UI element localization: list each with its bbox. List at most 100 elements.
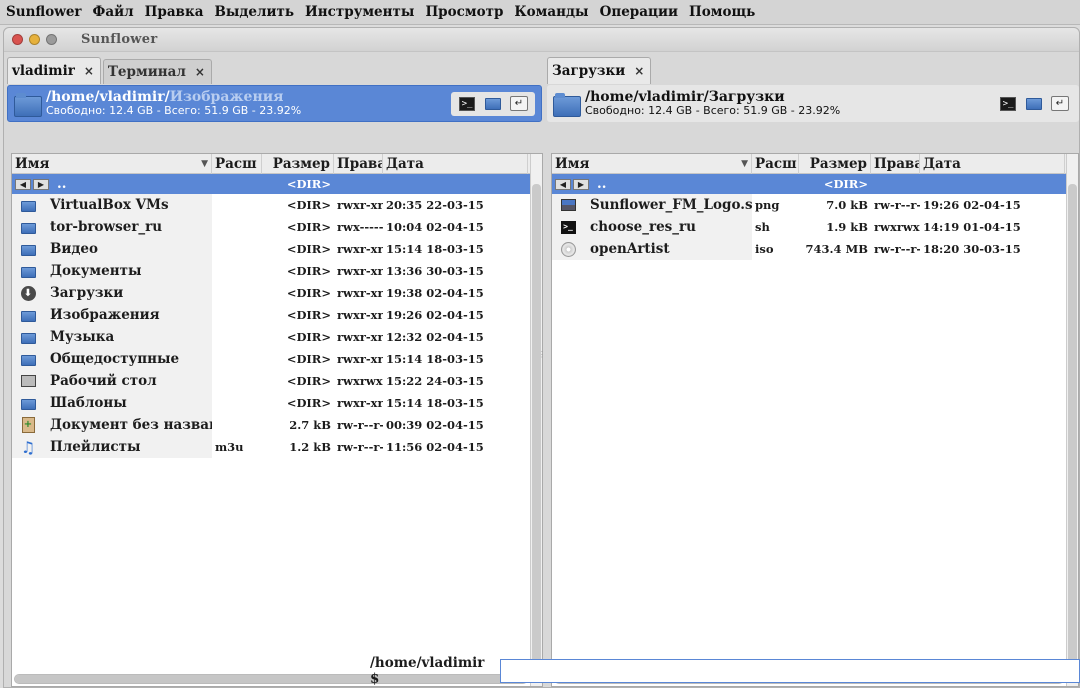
file-row[interactable]: Документы <DIR> rwxr-xr-13:36 30-03-15 — [12, 260, 542, 282]
column-perm[interactable]: Права — [871, 153, 920, 174]
left-space-info: Свободно: 12.4 GB - Всего: 51.9 GB - 23.… — [46, 103, 302, 117]
terminal-button[interactable]: >_ — [456, 95, 478, 113]
parent-dir-row[interactable]: ◀ ▶.. <DIR> — [552, 174, 1078, 194]
scroll-thumb[interactable] — [1068, 184, 1077, 668]
minimize-window-button[interactable] — [29, 34, 40, 45]
music-note-icon: ♫ — [20, 438, 36, 457]
menu-4[interactable]: Инструменты — [305, 4, 414, 20]
disc-image-icon — [560, 241, 576, 257]
left-path[interactable]: /home/vladimir/Изображения — [46, 90, 451, 104]
close-icon[interactable]: × — [195, 65, 205, 79]
bookmarks-button[interactable] — [482, 95, 504, 113]
file-row[interactable]: Видео <DIR> rwxr-xr-15:14 18-03-15 — [12, 238, 542, 260]
ext-cell — [212, 260, 262, 282]
date-cell: 15:14 18-03-15 — [386, 242, 484, 256]
column-label: Дата — [923, 155, 961, 172]
column-label: Имя — [15, 155, 50, 172]
forward-arrow-icon[interactable]: ▶ — [33, 178, 49, 190]
folder-icon — [553, 92, 581, 117]
menu-5[interactable]: Просмотр — [425, 4, 503, 20]
back-arrow-icon[interactable]: ◀ — [15, 178, 31, 190]
column-size[interactable]: Размер — [262, 153, 334, 174]
maximize-window-button[interactable] — [46, 34, 57, 45]
menu-6[interactable]: Команды — [514, 4, 588, 20]
tab-Загрузки[interactable]: Загрузки × — [547, 57, 652, 84]
file-row[interactable]: tor-browser_ru <DIR> rwx------10:04 02-04-… — [12, 216, 542, 238]
panel-splitter[interactable]: ⋮ — [538, 350, 546, 359]
command-input[interactable] — [500, 659, 1080, 683]
menu-1[interactable]: Файл — [93, 4, 134, 20]
document-glyph: + — [21, 417, 35, 433]
menu-7[interactable]: Операции — [600, 4, 678, 20]
folder-glyph — [20, 333, 36, 344]
file-name: Рабочий стол — [50, 373, 157, 389]
forward-arrow-icon[interactable]: ▶ — [573, 178, 589, 190]
terminal-button[interactable]: >_ — [997, 95, 1019, 113]
close-window-button[interactable] — [12, 34, 23, 45]
date-cell: 15:14 18-03-15 — [386, 352, 484, 366]
documents-folder-icon — [20, 263, 36, 279]
file-row[interactable]: ⬇ Загрузки <DIR> rwxr-xr-19:38 02-04-15 — [12, 282, 542, 304]
right-path[interactable]: /home/vladimir/Загрузки — [585, 90, 995, 104]
vertical-scrollbar[interactable] — [530, 154, 542, 686]
file-row[interactable]: + Документ без названия 2.7 kB rw-r--r--00:… — [12, 414, 542, 436]
disc-glyph — [560, 241, 576, 257]
right-space-info: Свободно: 12.4 GB - Всего: 51.9 GB - 23.… — [585, 103, 841, 117]
name-cell: Шаблоны — [12, 392, 212, 414]
file-row[interactable]: Sunflower_FM_Logo.svgpng 7.0 kB rw-r--r--1… — [552, 194, 1078, 216]
menu-0[interactable]: Sunflower — [6, 4, 82, 20]
date-cell: 13:36 30-03-15 — [386, 264, 484, 278]
parent-dir-row[interactable]: ◀ ▶.. <DIR> — [12, 174, 542, 194]
perm-cell: rwx------ — [337, 220, 383, 234]
close-icon[interactable]: × — [634, 64, 644, 78]
folder-glyph — [20, 223, 36, 234]
bookmarks-button[interactable] — [1023, 95, 1045, 113]
right-path-bar[interactable]: /home/vladimir/Загрузки Свободно: 12.4 G… — [547, 85, 1079, 122]
tab-Терминал[interactable]: Терминал × — [102, 59, 212, 84]
name-cell: openArtist — [552, 238, 752, 260]
name-cell: ♫ Плейлисты — [12, 436, 212, 458]
ext-cell — [212, 238, 262, 260]
terminal-glyph: >_ — [560, 220, 576, 234]
file-row[interactable]: Изображения <DIR> rwxr-xr-19:26 02-04-15 — [12, 304, 542, 326]
tab-label: Терминал — [107, 64, 186, 80]
back-arrow-icon[interactable]: ◀ — [555, 178, 571, 190]
file-name: Sunflower_FM_Logo.svg — [590, 197, 752, 213]
left-file-list[interactable]: Имя ▼ Расш Размер Права Дата ◀ ▶.. <DIR> VirtualB… — [11, 153, 543, 687]
file-name: Плейлисты — [50, 439, 141, 455]
right-file-list[interactable]: Имя ▼ Расш Размер Права Дата ◀ ▶.. <DIR> Sunflowe… — [551, 153, 1079, 687]
column-date[interactable]: Дата — [383, 153, 528, 174]
enter-icon: ↵ — [1051, 96, 1069, 111]
file-row[interactable]: Общедоступные <DIR> rwxr-xr-15:14 18-03-15 — [12, 348, 542, 370]
file-row[interactable]: VirtualBox VMs <DIR> rwxr-xr-20:35 22-03-1… — [12, 194, 542, 216]
menu-8[interactable]: Помощь — [689, 4, 755, 20]
file-name: choose_res_ru — [590, 219, 696, 235]
go-button[interactable]: ↵ — [1049, 95, 1071, 113]
column-label: Размер — [272, 155, 330, 172]
column-perm[interactable]: Права — [334, 153, 383, 174]
column-ext[interactable]: Расш — [212, 153, 262, 174]
date-cell: 11:56 02-04-15 — [386, 440, 484, 454]
ext-cell — [212, 370, 262, 392]
left-path-bar[interactable]: /home/vladimir/Изображения Свободно: 12.… — [7, 85, 542, 122]
vertical-scrollbar[interactable] — [1066, 154, 1078, 686]
file-row[interactable]: Шаблоны <DIR> rwxr-xr-15:14 18-03-15 — [12, 392, 542, 414]
column-name[interactable]: Имя ▼ — [12, 153, 212, 174]
column-date[interactable]: Дата — [920, 153, 1065, 174]
column-label: Дата — [386, 155, 424, 172]
file-row[interactable]: Музыка <DIR> rwxr-xr-12:32 02-04-15 — [12, 326, 542, 348]
file-row[interactable]: ♫ Плейлисты m3u 1.2 kB rw-r--r--11:56 02-04-… — [12, 436, 542, 458]
tab-vladimir[interactable]: vladimir × — [7, 57, 101, 84]
file-row[interactable]: Рабочий стол <DIR> rwxrwxr15:22 24-03-15 — [12, 370, 542, 392]
file-row[interactable]: openArtist iso 743.4 MB rw-r--r--18:20 30-0… — [552, 238, 1078, 260]
menu-3[interactable]: Выделить — [214, 4, 294, 20]
column-name[interactable]: Имя ▼ — [552, 153, 752, 174]
file-row[interactable]: >_ choose_res_ru sh 1.9 kB rwxrwxr14:19 01-0… — [552, 216, 1078, 238]
column-size[interactable]: Размер — [799, 153, 871, 174]
go-button[interactable]: ↵ — [508, 95, 530, 113]
close-icon[interactable]: × — [84, 64, 94, 78]
column-label: Права — [874, 155, 920, 172]
column-ext[interactable]: Расш — [752, 153, 799, 174]
menu-2[interactable]: Правка — [145, 4, 204, 20]
scroll-thumb[interactable] — [532, 184, 541, 668]
